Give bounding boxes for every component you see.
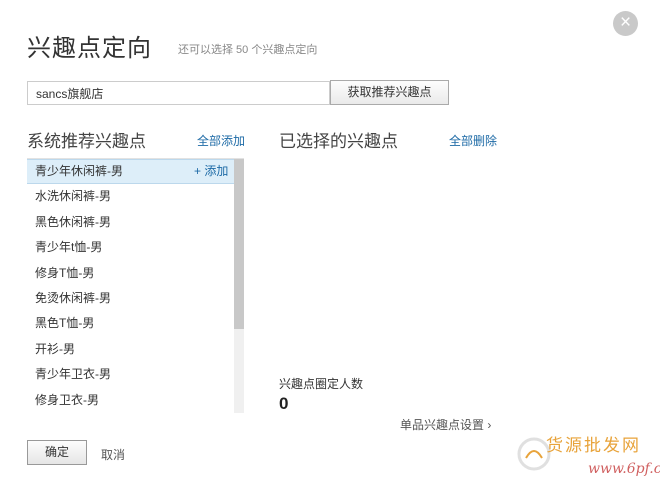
interest-targeting-dialog: 兴趣点定向 还可以选择 50 个兴趣点定向 × 获取推荐兴趣点 系统推荐兴趣点 … bbox=[0, 0, 660, 489]
audience-count-value: 0 bbox=[279, 394, 289, 413]
fetch-recommendations-button[interactable]: 获取推荐兴趣点 bbox=[330, 80, 449, 105]
confirm-button[interactable]: 确定 bbox=[27, 440, 87, 465]
list-item-label: 水洗休闲裤-男 bbox=[35, 189, 111, 204]
single-item-settings-link[interactable]: 单品兴趣点设置 › bbox=[400, 416, 491, 433]
list-item[interactable]: 青少年卫衣-男 bbox=[27, 362, 244, 387]
list-item[interactable]: 黑色T恤-男 bbox=[27, 311, 244, 336]
selected-title: 已选择的兴趣点 bbox=[279, 132, 398, 151]
cancel-button[interactable]: 取消 bbox=[101, 446, 125, 463]
list-item[interactable]: 水洗休闲裤-男 bbox=[27, 184, 244, 209]
dialog-title: 兴趣点定向 bbox=[27, 35, 152, 62]
keyword-input[interactable] bbox=[27, 81, 330, 105]
list-item-label: 修身T恤-男 bbox=[35, 265, 95, 280]
list-item[interactable]: 青少年t恤-男 bbox=[27, 235, 244, 260]
watermark-url: www.6pf.cn bbox=[588, 461, 660, 477]
list-item[interactable]: 免烫休闲裤-男 bbox=[27, 286, 244, 311]
list-item-label: 开衫-男 bbox=[35, 341, 75, 356]
list-item-label: 青少年休闲裤-男 bbox=[35, 164, 123, 178]
list-item-label: 青少年t恤-男 bbox=[35, 240, 103, 255]
site-watermark: 货源批发网 www.6pf.cn bbox=[510, 428, 660, 488]
list-scrollbar[interactable] bbox=[234, 159, 244, 413]
list-item[interactable]: 黑色休闲裤-男 bbox=[27, 210, 244, 235]
scrollbar-thumb[interactable] bbox=[234, 159, 244, 329]
list-item-label: 修身卫衣-男 bbox=[35, 392, 99, 407]
recommended-list: 青少年休闲裤-男 + 添加 水洗休闲裤-男 黑色休闲裤-男 青少年t恤-男 修身… bbox=[27, 158, 244, 413]
remaining-hint: 还可以选择 50 个兴趣点定向 bbox=[178, 44, 318, 56]
audience-count-label: 兴趣点圈定人数 bbox=[279, 377, 364, 391]
list-item[interactable]: 修身T恤-男 bbox=[27, 261, 244, 286]
list-item[interactable]: 修身卫衣-男 bbox=[27, 388, 244, 413]
list-item-label: 黑色休闲裤-男 bbox=[35, 214, 111, 229]
close-icon[interactable]: × bbox=[613, 11, 638, 36]
recommended-title: 系统推荐兴趣点 bbox=[27, 132, 146, 151]
list-item-label: 黑色T恤-男 bbox=[35, 316, 95, 331]
add-item-link[interactable]: + 添加 bbox=[194, 160, 228, 183]
list-item-label: 免烫休闲裤-男 bbox=[35, 290, 111, 305]
list-item-label: 青少年卫衣-男 bbox=[35, 367, 111, 382]
add-all-link[interactable]: 全部添加 bbox=[197, 132, 245, 149]
delete-all-link[interactable]: 全部删除 bbox=[449, 132, 497, 149]
list-item[interactable]: 开衫-男 bbox=[27, 337, 244, 362]
watermark-text: 货源批发网 bbox=[546, 436, 641, 456]
list-item[interactable]: 青少年休闲裤-男 + 添加 bbox=[27, 159, 244, 185]
